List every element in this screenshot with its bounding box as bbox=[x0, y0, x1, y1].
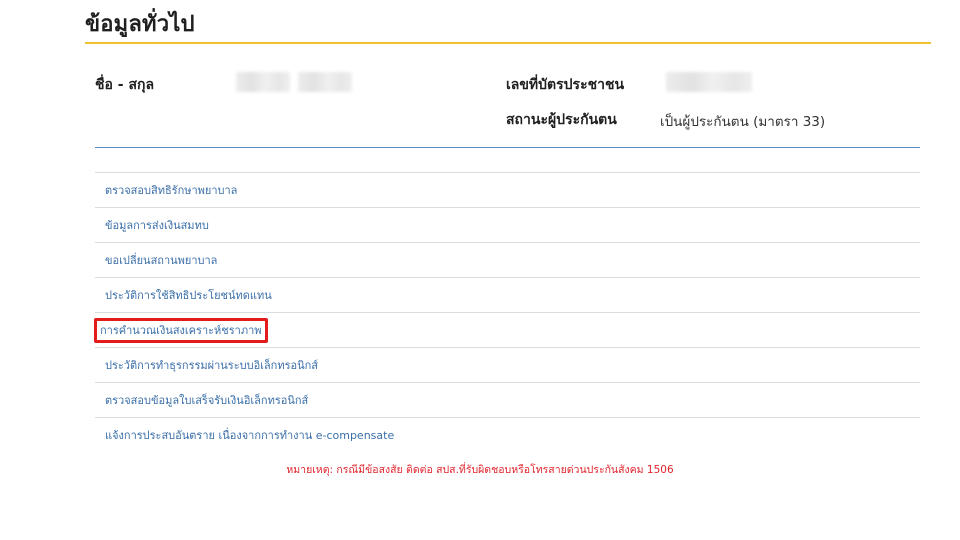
menu-item-transaction-history[interactable]: ประวัติการทำธุรกรรมผ่านระบบอิเล็กทรอนิกส… bbox=[95, 347, 920, 382]
menu-item-label[interactable]: ข้อมูลการส่งเงินสมทบ bbox=[101, 216, 213, 235]
menu-item-label[interactable]: ประวัติการใช้สิทธิประโยชน์ทดแทน bbox=[101, 286, 276, 305]
name-label: ชื่อ - สกุล bbox=[95, 77, 155, 93]
first-name-redacted bbox=[236, 72, 290, 92]
title-divider bbox=[85, 42, 931, 44]
status-label: สถานะผู้ประกันตน bbox=[506, 112, 617, 128]
menu-item-label-highlighted[interactable]: การคำนวณเงินสงเคราะห์ชราภาพ bbox=[94, 317, 268, 343]
service-menu: ตรวจสอบสิทธิรักษาพยาบาล ข้อมูลการส่งเงิน… bbox=[94, 172, 920, 452]
menu-item-label[interactable]: ขอเปลี่ยนสถานพยาบาล bbox=[101, 251, 221, 270]
section-divider bbox=[95, 147, 920, 148]
id-card-label: เลขที่บัตรประชาชน bbox=[506, 77, 625, 93]
id-card-redacted bbox=[666, 72, 752, 92]
menu-item-label[interactable]: ประวัติการทำธุรกรรมผ่านระบบอิเล็กทรอนิกส… bbox=[101, 356, 322, 375]
menu-item-label[interactable]: แจ้งการประสบอันตราย เนื่องจากการทำงาน e-… bbox=[101, 426, 398, 445]
menu-item-label[interactable]: ตรวจสอบข้อมูลใบเสร็จรับเงินอิเล็กทรอนิกส… bbox=[101, 391, 312, 410]
menu-item-old-age-calculation[interactable]: การคำนวณเงินสงเคราะห์ชราภาพ bbox=[94, 312, 920, 347]
menu-item-medical-rights[interactable]: ตรวจสอบสิทธิรักษาพยาบาล bbox=[95, 172, 920, 207]
status-value: เป็นผู้ประกันตน (มาตรา 33) bbox=[660, 114, 826, 130]
menu-item-benefit-history[interactable]: ประวัติการใช้สิทธิประโยชน์ทดแทน bbox=[95, 277, 920, 312]
menu-item-e-compensate[interactable]: แจ้งการประสบอันตราย เนื่องจากการทำงาน e-… bbox=[95, 417, 920, 452]
menu-item-e-receipts[interactable]: ตรวจสอบข้อมูลใบเสร็จรับเงินอิเล็กทรอนิกส… bbox=[95, 382, 920, 417]
last-name-redacted bbox=[298, 72, 352, 92]
footnote: หมายเหตุ: กรณีมีข้อสงสัย ติดต่อ สปส.ที่ร… bbox=[286, 464, 674, 476]
menu-item-label[interactable]: ตรวจสอบสิทธิรักษาพยาบาล bbox=[101, 181, 241, 200]
menu-item-contributions[interactable]: ข้อมูลการส่งเงินสมทบ bbox=[95, 207, 920, 242]
page-title: ข้อมูลทั่วไป bbox=[85, 12, 195, 37]
menu-item-change-hospital[interactable]: ขอเปลี่ยนสถานพยาบาล bbox=[95, 242, 920, 277]
